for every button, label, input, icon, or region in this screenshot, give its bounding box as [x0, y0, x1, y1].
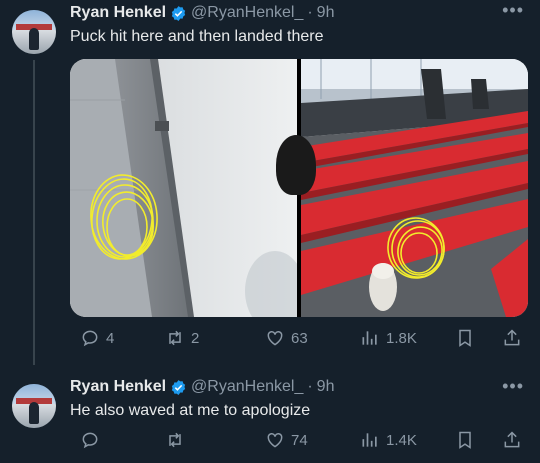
- views-button[interactable]: 1.8K: [360, 328, 417, 348]
- bookmark-button[interactable]: [455, 430, 475, 450]
- media-grid[interactable]: [70, 59, 528, 317]
- views-button[interactable]: 1.4K: [360, 430, 417, 450]
- like-count: 74: [291, 431, 308, 449]
- author-handle[interactable]: @RyanHenkel_: [191, 4, 303, 22]
- retweet-icon: [169, 432, 181, 448]
- like-button[interactable]: 74: [265, 430, 308, 450]
- reply-icon: [82, 432, 98, 449]
- avatar[interactable]: [12, 10, 56, 54]
- share-button[interactable]: [502, 328, 522, 348]
- more-icon[interactable]: •••: [502, 0, 524, 21]
- reply-button[interactable]: 4: [80, 328, 114, 348]
- like-icon: [267, 330, 283, 346]
- photo-seats-landing[interactable]: [301, 59, 528, 317]
- views-icon: [362, 331, 377, 345]
- verified-badge-icon: [171, 379, 186, 395]
- tweet-actions: 74 1.4K: [70, 430, 528, 454]
- author-name[interactable]: Ryan Henkel: [70, 378, 166, 396]
- author-handle[interactable]: @RyanHenkel_: [191, 378, 303, 396]
- views-icon: [362, 433, 377, 447]
- tweet-text: He also waved at me to apologize: [70, 402, 311, 419]
- more-icon[interactable]: •••: [502, 376, 524, 397]
- tweet-text: Puck hit here and then landed there: [70, 28, 324, 45]
- retweet-button[interactable]: [165, 430, 191, 450]
- share-icon: [504, 431, 520, 448]
- tweet-header: Ryan Henkel @RyanHenkel_ · 9h: [70, 378, 334, 396]
- share-icon: [504, 329, 520, 346]
- photo-wall-impact[interactable]: [70, 59, 297, 317]
- bookmark-icon: [459, 431, 471, 449]
- share-button[interactable]: [502, 430, 522, 450]
- timestamp[interactable]: 9h: [317, 4, 335, 22]
- timestamp[interactable]: 9h: [317, 378, 335, 396]
- tweet-header: Ryan Henkel @RyanHenkel_ · 9h: [70, 4, 334, 22]
- retweet-button[interactable]: 2: [165, 328, 199, 348]
- author-name[interactable]: Ryan Henkel: [70, 4, 166, 22]
- tweet-1[interactable]: Ryan Henkel @RyanHenkel_ · 9h ••• Puck h…: [0, 0, 540, 370]
- foreground-object: [276, 135, 316, 195]
- like-count: 63: [291, 329, 308, 347]
- tweet-2[interactable]: Ryan Henkel @RyanHenkel_ · 9h ••• He als…: [0, 372, 540, 463]
- like-icon: [267, 432, 283, 448]
- reply-icon: [82, 330, 98, 347]
- verified-badge-icon: [171, 5, 186, 21]
- reply-count: 4: [106, 329, 115, 347]
- like-button[interactable]: 63: [265, 328, 308, 348]
- retweet-icon: [169, 330, 181, 346]
- reply-button[interactable]: [80, 430, 106, 450]
- views-count: 1.4K: [386, 431, 417, 449]
- views-count: 1.8K: [386, 329, 417, 347]
- bookmark-icon: [459, 329, 471, 347]
- separator-dot: ·: [307, 378, 313, 395]
- separator-dot: ·: [307, 4, 313, 21]
- avatar[interactable]: [12, 384, 56, 428]
- retweet-count: 2: [191, 329, 200, 347]
- bookmark-button[interactable]: [455, 328, 475, 348]
- tweet-actions: 4 2 63 1.8K: [70, 328, 528, 352]
